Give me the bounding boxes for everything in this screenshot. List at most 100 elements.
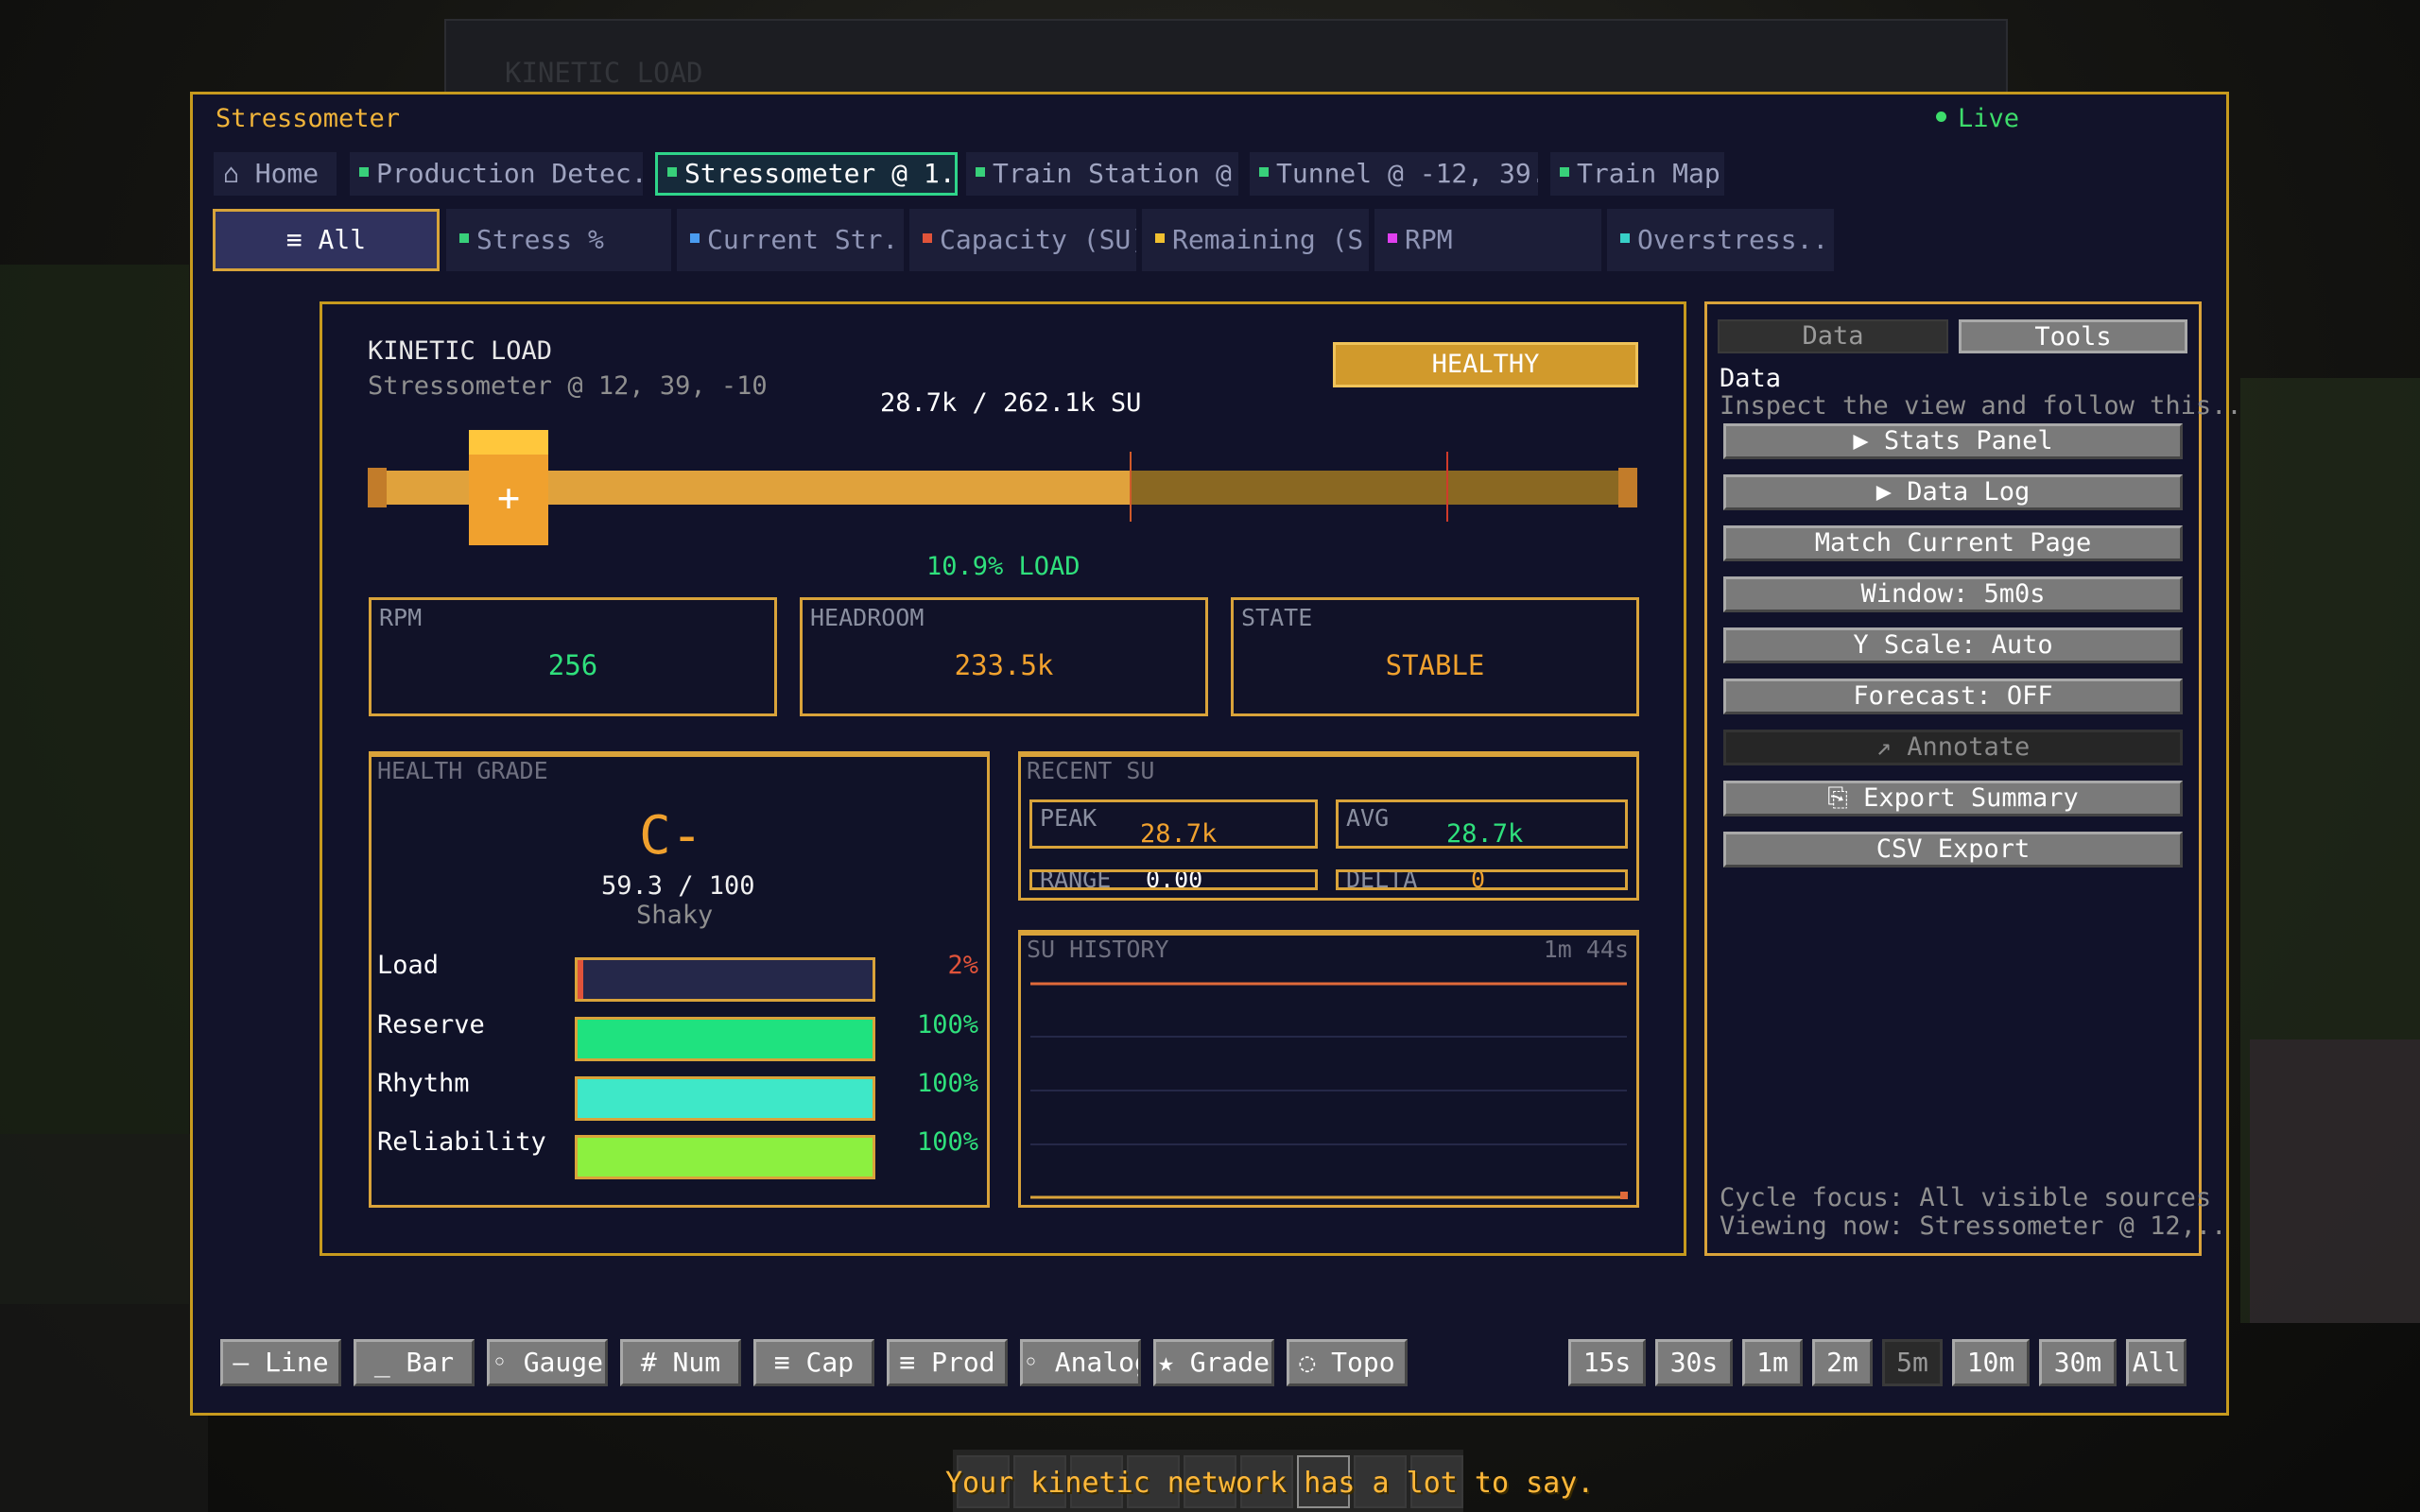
- reliability-bar-fill: [578, 1138, 873, 1177]
- range-stat: RANGE 0.00: [1029, 869, 1318, 890]
- live-label: Live: [1958, 104, 2020, 133]
- tab-data[interactable]: Data: [1718, 319, 1948, 353]
- rhythm-bar-label: Rhythm: [377, 1069, 470, 1098]
- track-cap-left: [368, 468, 387, 507]
- chat-message: Your kinetic network has a lot to say.: [945, 1467, 1595, 1500]
- annotate-button[interactable]: ↗ Annotate: [1723, 730, 2183, 765]
- live-indicator: Live: [1936, 104, 2019, 133]
- sidebar-description: Inspect the view and follow this..: [1720, 391, 2242, 421]
- reliability-bar-percent: 100%: [916, 1127, 978, 1157]
- range-all-button[interactable]: All: [2126, 1339, 2187, 1386]
- range-30s-button[interactable]: 30s: [1655, 1339, 1733, 1386]
- range-30m-button[interactable]: 30m: [2039, 1339, 2117, 1386]
- tab-stressometer[interactable]: Stressometer @ 1..: [655, 152, 958, 196]
- health-score: 59.3 / 100: [601, 871, 755, 901]
- view-gauge-button[interactable]: ◦ Gauge: [487, 1339, 608, 1386]
- peak-stat: PEAK 28.7k: [1029, 799, 1318, 849]
- range-2m-button[interactable]: 2m: [1812, 1339, 1873, 1386]
- reserve-bar-percent: 100%: [916, 1010, 978, 1040]
- avg-value: 28.7k: [1446, 819, 1524, 849]
- filter-rpm[interactable]: RPM: [1374, 209, 1601, 271]
- sidebar-heading: Data: [1720, 364, 1782, 393]
- state-value: STABLE: [1385, 649, 1485, 681]
- tab-home[interactable]: ⌂ Home: [214, 152, 337, 196]
- view-grade-button[interactable]: ★ Grade: [1153, 1339, 1274, 1386]
- su-history-chart: [1030, 982, 1628, 1199]
- series-color-icon: [923, 233, 932, 243]
- range-15s-button[interactable]: 15s: [1568, 1339, 1646, 1386]
- source-dot-icon: [359, 167, 369, 177]
- filter-remaining[interactable]: Remaining (S..: [1142, 209, 1369, 271]
- filter-stress-percent[interactable]: Stress %: [446, 209, 671, 271]
- stats-panel-button[interactable]: ▶ Stats Panel: [1723, 423, 2183, 459]
- csv-export-button[interactable]: CSV Export: [1723, 832, 2183, 868]
- forecast-toggle-button[interactable]: Forecast: OFF: [1723, 679, 2183, 714]
- series-color-icon: [1620, 233, 1630, 243]
- rhythm-bar: [575, 1076, 875, 1121]
- delta-label: DELTA: [1346, 869, 1418, 890]
- headroom-value: 233.5k: [954, 649, 1054, 681]
- reliability-bar: [575, 1135, 875, 1179]
- state-label: STATE: [1241, 604, 1313, 631]
- range-5m-button[interactable]: 5m: [1882, 1339, 1943, 1386]
- tab-tunnel[interactable]: Tunnel @ -12, 39..: [1250, 152, 1538, 196]
- load-bar-fill: [578, 960, 584, 999]
- view-topo-button[interactable]: ◌ Topo: [1287, 1339, 1408, 1386]
- rhythm-bar-percent: 100%: [916, 1069, 978, 1098]
- view-cap-button[interactable]: ≡ Cap: [753, 1339, 874, 1386]
- tab-production-detector[interactable]: Production Detec..: [350, 152, 643, 196]
- load-slider-thumb[interactable]: +: [469, 430, 548, 545]
- filter-current-stress[interactable]: Current Str..: [677, 209, 904, 271]
- range-10m-button[interactable]: 10m: [1952, 1339, 2030, 1386]
- health-rating: Shaky: [636, 901, 714, 930]
- reserve-bar-label: Reserve: [377, 1010, 485, 1040]
- view-line-button[interactable]: — Line: [220, 1339, 341, 1386]
- state-stat: STATE STABLE: [1231, 597, 1639, 716]
- rpm-value: 256: [547, 649, 598, 681]
- live-dot-icon: [1936, 112, 1946, 122]
- source-dot-icon: [667, 167, 677, 177]
- background-block: [2250, 1040, 2420, 1323]
- tab-tools[interactable]: Tools: [1959, 319, 2187, 353]
- window-duration-button[interactable]: Window: 5m0s: [1723, 576, 2183, 612]
- filter-overstress[interactable]: Overstress..: [1607, 209, 1834, 271]
- tab-train-station[interactable]: Train Station @ ..: [966, 152, 1238, 196]
- window-title: Stressometer: [216, 104, 401, 133]
- view-prod-button[interactable]: ≡ Prod: [887, 1339, 1008, 1386]
- tab-train-map[interactable]: Train Map: [1550, 152, 1724, 196]
- series-color-icon: [1388, 233, 1397, 243]
- background-display-title: KINETIC LOAD: [505, 57, 703, 89]
- recent-su-label: RECENT SU: [1027, 757, 1155, 784]
- view-num-button[interactable]: # Num: [620, 1339, 741, 1386]
- headroom-stat: HEADROOM 233.5k: [800, 597, 1208, 716]
- load-bar-label: Load: [377, 951, 440, 980]
- load-percent-label: 10.9% LOAD: [926, 552, 1080, 581]
- range-1m-button[interactable]: 1m: [1742, 1339, 1803, 1386]
- avg-stat: AVG 28.7k: [1336, 799, 1628, 849]
- home-icon: ⌂: [223, 158, 255, 189]
- view-analog-button[interactable]: ◦ Analog: [1020, 1339, 1141, 1386]
- y-scale-button[interactable]: Y Scale: Auto: [1723, 627, 2183, 663]
- match-current-page-button[interactable]: Match Current Page: [1723, 525, 2183, 561]
- threshold-marker: [1446, 452, 1448, 522]
- track-cap-right: [1618, 468, 1637, 507]
- filter-capacity[interactable]: Capacity (SU): [909, 209, 1136, 271]
- delta-value: 0: [1471, 869, 1486, 890]
- view-bar-button[interactable]: _ Bar: [354, 1339, 475, 1386]
- su-reading: 28.7k / 262.1k SU: [880, 388, 1142, 418]
- data-log-button[interactable]: ▶ Data Log: [1723, 474, 2183, 510]
- source-dot-icon: [1259, 167, 1269, 177]
- source-dot-icon: [976, 167, 985, 177]
- viewing-now-text: Viewing now: Stressometer @ 12,..: [1720, 1211, 2227, 1241]
- health-grade-letter: C-: [639, 805, 703, 867]
- series-color-icon: [1155, 233, 1165, 243]
- cycle-focus-text: Cycle focus: All visible sources: [1720, 1183, 2212, 1212]
- rpm-stat: RPM 256: [369, 597, 777, 716]
- delta-stat: DELTA 0: [1336, 869, 1628, 890]
- su-history-panel: SU HISTORY 1m 44s: [1018, 930, 1639, 1208]
- peak-value: 28.7k: [1140, 819, 1218, 849]
- reserve-bar-fill: [578, 1020, 873, 1058]
- export-summary-button[interactable]: ⎘ Export Summary: [1723, 781, 2183, 816]
- reliability-bar-label: Reliability: [377, 1127, 546, 1157]
- filter-all[interactable]: ≡ All: [213, 209, 440, 271]
